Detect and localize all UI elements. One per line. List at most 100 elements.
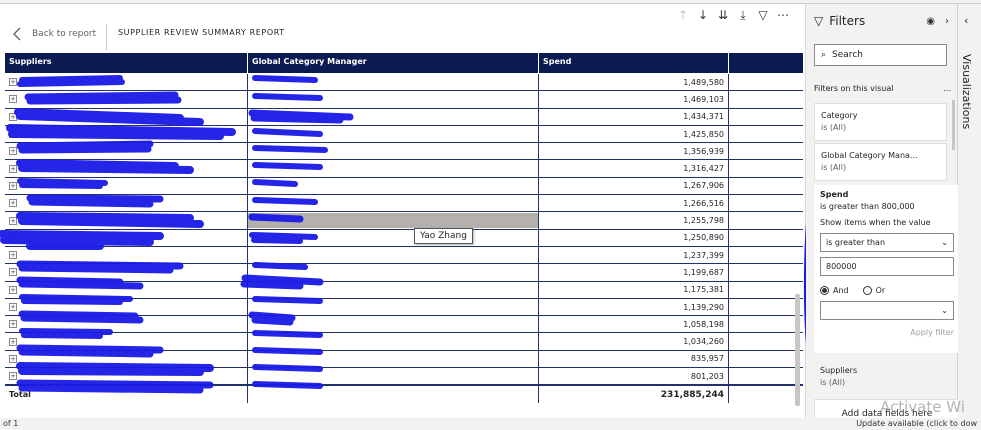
supplier-cell[interactable]: + (5, 229, 248, 246)
more-options-icon[interactable]: ⋯ (776, 8, 790, 22)
table-row[interactable]: +1,255,798 (5, 212, 803, 230)
gcm-cell[interactable] (248, 368, 539, 385)
supplier-cell[interactable]: + (5, 281, 248, 298)
supplier-cell[interactable]: + (5, 246, 248, 264)
expand-plus-icon[interactable]: + (9, 233, 17, 242)
filter-card-suppliers[interactable]: Suppliers is (All) (814, 359, 947, 395)
table-row[interactable]: +1,489,580 (5, 74, 803, 92)
table-scrollbar[interactable] (795, 294, 800, 406)
supplier-cell[interactable]: + (5, 212, 248, 229)
gcm-cell[interactable] (248, 350, 539, 368)
expand-plus-icon[interactable]: + (9, 320, 17, 329)
table-row[interactable]: +1,199,687 (5, 264, 803, 282)
expand-all-icon[interactable]: ⇊ (716, 8, 730, 22)
expand-plus-icon[interactable]: + (9, 164, 17, 173)
gcm-cell[interactable] (248, 229, 539, 246)
table-row[interactable]: +1,434,371 (5, 108, 803, 126)
gcm-cell[interactable] (248, 108, 539, 125)
expand-plus-icon[interactable]: + (9, 285, 17, 294)
table-row[interactable]: +1,250,890 (5, 229, 803, 247)
gcm-cell[interactable] (248, 125, 539, 143)
table-row[interactable]: +1,425,850 (5, 125, 803, 144)
supplier-cell[interactable]: + (5, 74, 248, 91)
condition-dropdown[interactable]: is greater than ⌄ (820, 233, 954, 252)
gcm-cell[interactable] (248, 91, 539, 108)
supplier-cell[interactable]: + (5, 177, 248, 195)
expand-plus-icon[interactable]: + (9, 216, 17, 225)
supplier-cell[interactable]: + (5, 108, 248, 125)
table-row[interactable]: +801,203 (5, 368, 803, 386)
filter-card-category[interactable]: Category is (All) (814, 103, 947, 141)
expand-plus-icon[interactable]: + (9, 130, 17, 139)
eye-icon[interactable]: ◉ (926, 16, 935, 27)
gcm-cell[interactable] (248, 316, 539, 333)
expand-plus-icon[interactable]: + (9, 147, 17, 156)
supplier-cell[interactable]: + (5, 368, 248, 385)
apply-filter-button[interactable]: Apply filter (820, 328, 954, 337)
gcm-cell[interactable] (248, 281, 539, 298)
expand-plus-icon[interactable]: + (9, 354, 17, 363)
gcm-cell[interactable] (248, 177, 539, 195)
supplier-cell[interactable]: + (5, 143, 248, 160)
expand-plus-icon[interactable]: + (9, 303, 17, 311)
header-gcm[interactable]: Global Category Manager (248, 53, 539, 73)
gcm-cell[interactable] (248, 74, 539, 91)
table-row[interactable]: +1,356,939 (5, 143, 803, 161)
supplier-cell[interactable]: + (5, 195, 248, 212)
filter-search-input[interactable]: ⌕ Search (814, 44, 947, 66)
supplier-cell[interactable]: + (5, 125, 248, 143)
and-radio[interactable]: And (820, 286, 849, 295)
gcm-cell[interactable] (248, 212, 539, 229)
back-to-report-button[interactable]: Back to report (12, 27, 96, 41)
expand-plus-icon[interactable]: + (9, 78, 17, 87)
filter-card-gcm[interactable]: Global Category Mana... is (All) (814, 143, 947, 181)
filter-icon[interactable]: ▽ (756, 8, 770, 22)
supplier-cell[interactable]: + (5, 264, 248, 281)
expand-plus-icon[interactable]: + (9, 372, 17, 381)
gcm-cell[interactable] (248, 264, 539, 281)
table-row[interactable]: +1,175,381 (5, 281, 803, 299)
table-row[interactable]: +1,267,906 (5, 177, 803, 196)
drill-up-icon[interactable]: ↑ (676, 8, 690, 22)
chevron-left-icon[interactable]: ‹ (964, 14, 968, 27)
expand-next-icon[interactable]: ⤓ (736, 8, 750, 22)
gcm-cell[interactable] (248, 298, 539, 316)
table-row[interactable]: +1,316,427 (5, 160, 803, 178)
supplier-cell[interactable]: + (5, 160, 248, 177)
drill-down-icon[interactable]: ↓ (696, 8, 710, 22)
update-available-link[interactable]: Update available (click to dow (856, 419, 977, 428)
table-row[interactable]: +1,034,260 (5, 333, 803, 351)
gcm-cell[interactable] (248, 160, 539, 177)
second-condition-dropdown[interactable]: ⌄ (820, 301, 954, 320)
expand-plus-icon[interactable]: + (9, 199, 17, 208)
expand-plus-icon[interactable]: + (9, 112, 17, 121)
expand-plus-icon[interactable]: + (9, 181, 17, 190)
header-suppliers[interactable]: Suppliers (5, 53, 248, 73)
table-row[interactable]: +1,139,290 (5, 298, 803, 317)
or-radio[interactable]: Or (862, 286, 885, 295)
table-row[interactable]: +1,469,103 (5, 91, 803, 109)
section-more-icon[interactable]: ... (943, 84, 951, 93)
gcm-cell[interactable] (248, 143, 539, 160)
expand-plus-icon[interactable]: + (9, 268, 17, 277)
table-row[interactable]: +1,237,399 (5, 246, 803, 265)
table-row[interactable]: +1,266,516 (5, 195, 803, 213)
chevron-right-icon[interactable]: › (945, 16, 949, 27)
gcm-cell[interactable] (248, 246, 539, 264)
visualizations-pane-collapsed[interactable]: ‹ Visualizations (958, 4, 981, 418)
value-input[interactable]: 800000 (820, 257, 954, 276)
filters-scrollbar[interactable] (952, 100, 955, 150)
supplier-cell[interactable]: + (5, 350, 248, 368)
gcm-cell[interactable] (248, 333, 539, 350)
gcm-cell[interactable] (248, 195, 539, 212)
supplier-cell[interactable]: + (5, 91, 248, 108)
supplier-cell[interactable]: + (5, 333, 248, 350)
table-row[interactable]: +835,957 (5, 350, 803, 369)
supplier-cell[interactable]: + (5, 316, 248, 333)
expand-plus-icon[interactable]: + (9, 95, 17, 104)
expand-plus-icon[interactable]: + (9, 337, 17, 346)
header-spend[interactable]: Spend (539, 53, 729, 73)
supplier-cell[interactable]: + (5, 298, 248, 316)
expand-plus-icon[interactable]: + (9, 251, 17, 260)
table-row[interactable]: +1,058,198 (5, 316, 803, 334)
